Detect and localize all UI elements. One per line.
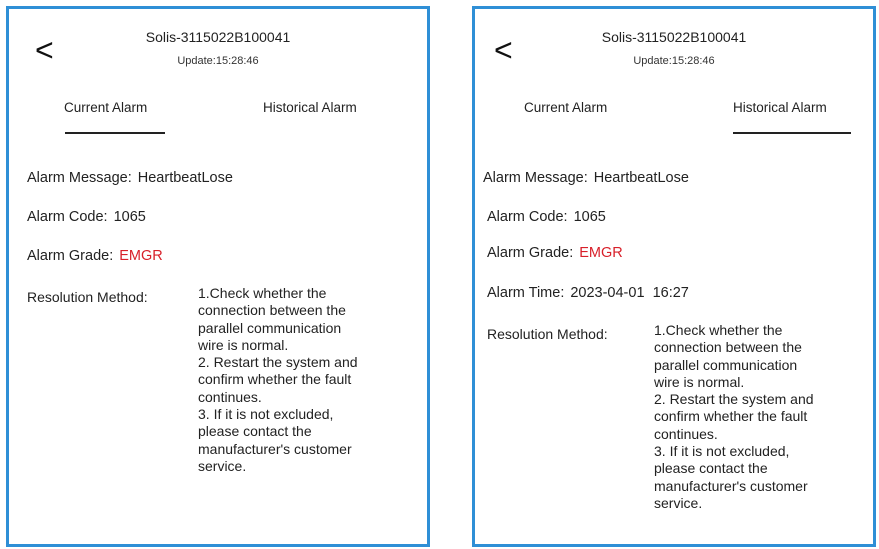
current-alarm-screen: < Solis-3115022B100041 Update:15:28:46 C… (6, 6, 430, 547)
alarm-message-value: HeartbeatLose (137, 170, 233, 186)
active-tab-indicator (733, 132, 851, 134)
resolution-line: continues. (654, 425, 718, 442)
resolution-line: 1.Check whether the (198, 285, 327, 301)
resolution-line: 1.Check whether the (654, 322, 783, 338)
resolution-line: continues. (198, 388, 262, 405)
resolution-line: parallel communication (198, 319, 342, 336)
resolution-line: manufacturer's customer (654, 477, 808, 494)
device-title: Solis-3115022B100041 (145, 29, 291, 45)
resolution-line: parallel communication (654, 356, 798, 373)
resolution-line: confirm whether the fault (654, 408, 808, 425)
alarm-time-label: Alarm Time: (487, 285, 565, 301)
alarm-message-label: Alarm Message: (27, 170, 132, 186)
resolution-method-text: 1.Check whether the connection between t… (198, 285, 358, 475)
tab-current-alarm[interactable]: Current Alarm (64, 100, 147, 115)
tab-current-alarm[interactable]: Current Alarm (524, 100, 607, 115)
alarm-message-row: Alarm Message: HeartbeatLose (27, 170, 233, 186)
resolution-line: service. (654, 494, 703, 511)
historical-alarm-screen: < Solis-3115022B100041 Update:15:28:46 C… (472, 6, 876, 547)
alarm-grade-label: Alarm Grade: (487, 245, 574, 261)
alarm-code-label: Alarm Code: (487, 209, 568, 225)
alarm-code-row: Alarm Code: 1065 (487, 209, 606, 225)
resolution-method-text: 1.Check whether the connection between t… (654, 322, 814, 512)
alarm-grade-value: EMGR (119, 248, 163, 264)
alarm-grade-row: Alarm Grade: EMGR (487, 245, 623, 261)
alarm-code-value: 1065 (113, 209, 146, 225)
update-time: Update:15:28:46 (633, 55, 715, 67)
alarm-message-label: Alarm Message: (483, 170, 588, 186)
alarm-message-value: HeartbeatLose (593, 170, 689, 186)
active-tab-indicator (65, 132, 165, 134)
alarm-message-row: Alarm Message: HeartbeatLose (483, 170, 689, 186)
resolution-line: service. (198, 457, 247, 474)
resolution-line: manufacturer's customer (198, 440, 352, 457)
resolution-line: 3. If it is not excluded, (198, 406, 334, 423)
device-title: Solis-3115022B100041 (601, 29, 747, 45)
alarm-grade-row: Alarm Grade: EMGR (27, 248, 163, 264)
resolution-line: connection between the (654, 339, 802, 356)
resolution-method-label: Resolution Method: (27, 289, 148, 305)
alarm-code-row: Alarm Code: 1065 (27, 209, 146, 225)
resolution-line: connection between the (198, 302, 346, 319)
alarm-code-value: 1065 (573, 209, 606, 225)
alarm-grade-value: EMGR (579, 245, 623, 261)
resolution-line: wire is normal. (654, 373, 745, 390)
alarm-time-value: 2023-04-01 16:27 (570, 285, 689, 301)
tab-historical-alarm[interactable]: Historical Alarm (733, 100, 827, 115)
alarm-time-row: Alarm Time: 2023-04-01 16:27 (487, 285, 689, 301)
resolution-line: please contact the (654, 460, 768, 477)
tab-historical-alarm[interactable]: Historical Alarm (263, 100, 357, 115)
alarm-code-label: Alarm Code: (27, 209, 108, 225)
resolution-line: please contact the (198, 423, 312, 440)
resolution-line: confirm whether the fault (198, 371, 352, 388)
resolution-line: wire is normal. (198, 336, 289, 353)
resolution-line: 3. If it is not excluded, (654, 443, 790, 460)
resolution-line: 2. Restart the system and (198, 354, 358, 371)
alarm-grade-label: Alarm Grade: (27, 248, 114, 264)
resolution-method-label: Resolution Method: (487, 326, 608, 342)
resolution-line: 2. Restart the system and (654, 391, 814, 408)
update-time: Update:15:28:46 (177, 55, 259, 67)
